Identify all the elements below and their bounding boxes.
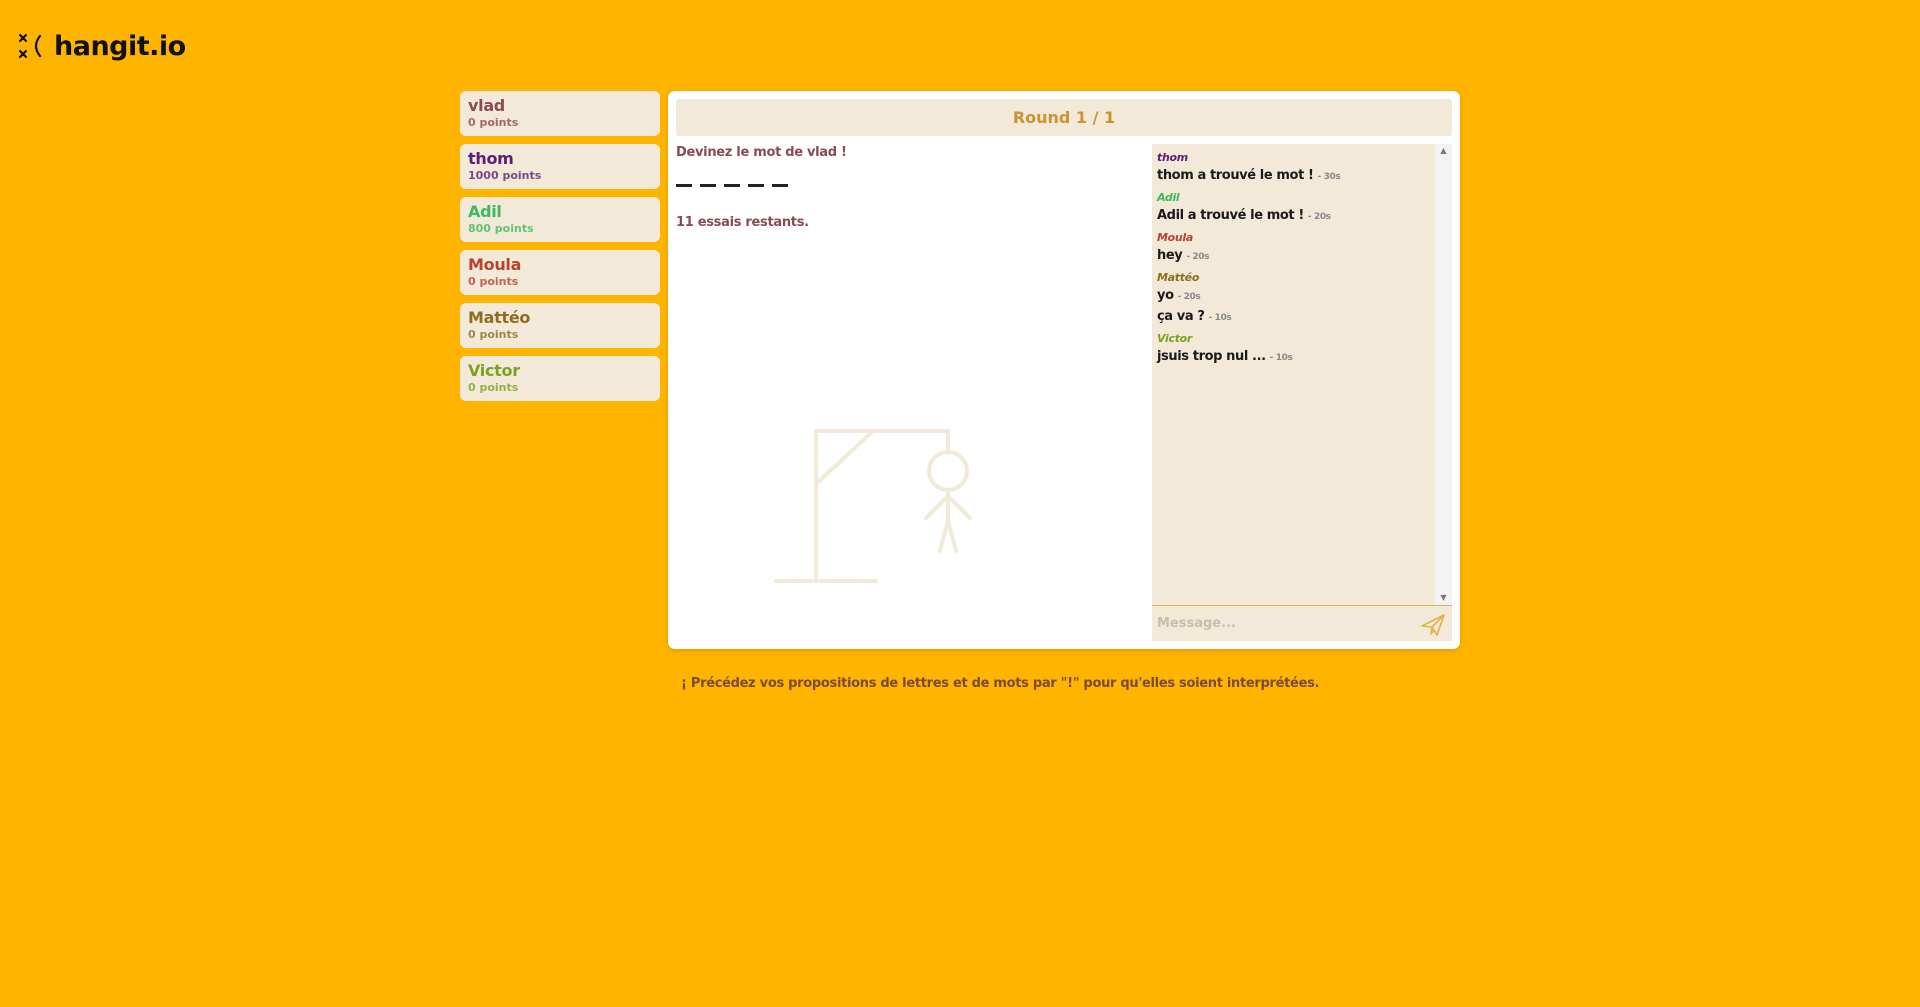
chat-messages[interactable]: thom thom a trouvé le mot ! - 30s Adil Ad… <box>1152 144 1452 605</box>
send-message-button[interactable] <box>1420 613 1446 637</box>
guess-title: Devinez le mot de vlad ! <box>676 145 847 160</box>
hangman-left-arm <box>924 494 950 520</box>
player-points: 0 points <box>468 328 519 341</box>
letter-blank <box>676 184 692 187</box>
player-name: thom <box>468 149 514 168</box>
chat-panel: thom thom a trouvé le mot ! - 30s Adil Ad… <box>1152 144 1452 641</box>
message-text: Adil a trouvé le mot ! <box>1157 208 1304 223</box>
message-text: ça va ? <box>1157 309 1205 324</box>
message-time: - 20s <box>1307 212 1331 222</box>
player-card: Moula 0 points <box>460 250 660 295</box>
tries-remaining: 11 essais restants. <box>676 215 809 230</box>
message-line: ça va ? - 10s <box>1157 307 1432 328</box>
message-text: yo <box>1157 288 1174 303</box>
hangman-left-leg <box>938 519 950 553</box>
scroll-up-arrow[interactable]: ▲ <box>1435 144 1452 158</box>
player-name: Moula <box>468 255 522 274</box>
hangman-right-leg <box>946 519 958 553</box>
input-hint: ¡ Précédez vos propositions de lettres e… <box>681 676 1320 691</box>
player-name: vlad <box>468 96 505 115</box>
letter-blank <box>748 184 764 187</box>
message-author: Victor <box>1157 332 1193 345</box>
hangman-drawing <box>774 429 972 583</box>
letter-blank <box>700 184 716 187</box>
message-text: jsuis trop nul ... <box>1157 349 1266 364</box>
message-author: Moula <box>1157 231 1194 244</box>
message-time: - 20s <box>1186 252 1210 262</box>
player-points: 0 points <box>468 381 519 394</box>
player-card: Mattéo 0 points <box>460 303 660 348</box>
players-list: vlad 0 points thom 1000 points Adil 800 … <box>460 91 660 409</box>
player-points: 0 points <box>468 116 519 129</box>
word-blanks <box>676 184 788 187</box>
message-time: - 10s <box>1208 313 1232 323</box>
chat-message-group: thom thom a trouvé le mot ! - 30s <box>1157 150 1432 187</box>
player-name: Victor <box>468 361 520 380</box>
chat-message-group: Victor jsuis trop nul ... - 10s <box>1157 331 1432 368</box>
message-line: hey - 20s <box>1157 246 1432 267</box>
chat-scrollbar[interactable]: ▲ ▼ <box>1435 144 1452 605</box>
chat-list: thom thom a trouvé le mot ! - 30s Adil Ad… <box>1157 150 1432 371</box>
scroll-down-arrow[interactable]: ▼ <box>1435 591 1452 605</box>
message-author: Mattéo <box>1157 271 1200 284</box>
letter-blank <box>724 184 740 187</box>
message-text: hey <box>1157 248 1183 263</box>
logo[interactable]: hangit.io <box>18 28 186 64</box>
hangman-right-arm <box>946 494 972 520</box>
message-line: Adil a trouvé le mot ! - 20s <box>1157 206 1432 227</box>
player-points: 0 points <box>468 275 519 288</box>
hangman-head <box>927 450 969 492</box>
player-name: Mattéo <box>468 308 531 327</box>
game-panel: Round 1 / 1 Devinez le mot de vlad ! 11 … <box>668 91 1460 649</box>
chat-message-group: Mattéo yo - 20s ça va ? - 10s <box>1157 270 1432 328</box>
message-time: - 10s <box>1269 353 1293 363</box>
round-indicator: Round 1 / 1 <box>676 99 1452 136</box>
message-line: jsuis trop nul ... - 10s <box>1157 347 1432 368</box>
player-points: 1000 points <box>468 169 542 182</box>
message-line: yo - 20s <box>1157 286 1432 307</box>
player-name: Adil <box>468 202 502 221</box>
message-time: - 20s <box>1177 292 1201 302</box>
logo-icon <box>18 33 42 59</box>
message-author: thom <box>1157 151 1188 164</box>
gallows-brace <box>814 429 875 486</box>
player-card: vlad 0 points <box>460 91 660 136</box>
message-text: thom a trouvé le mot ! <box>1157 168 1314 183</box>
player-points: 800 points <box>468 222 534 235</box>
chat-message-group: Moula hey - 20s <box>1157 230 1432 267</box>
chat-message-group: Adil Adil a trouvé le mot ! - 20s <box>1157 190 1432 227</box>
message-line: thom a trouvé le mot ! - 30s <box>1157 166 1432 187</box>
message-time: - 30s <box>1317 172 1341 182</box>
player-card: thom 1000 points <box>460 144 660 189</box>
message-author: Adil <box>1157 191 1180 204</box>
chat-input-bar <box>1152 605 1452 641</box>
player-card: Adil 800 points <box>460 197 660 242</box>
chat-message-input[interactable] <box>1152 606 1412 641</box>
letter-blank <box>772 184 788 187</box>
paper-plane-icon <box>1421 614 1445 636</box>
player-card: Victor 0 points <box>460 356 660 401</box>
logo-text: hangit.io <box>54 30 186 62</box>
